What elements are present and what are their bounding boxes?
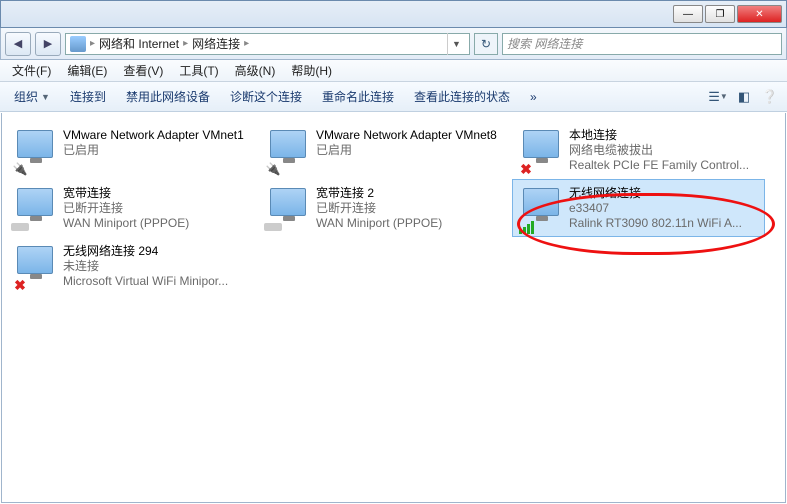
- connection-device: Realtek PCIe FE Family Control...: [569, 158, 749, 173]
- help-icon[interactable]: ❔: [759, 86, 781, 108]
- network-adapter-icon: 🔌: [264, 128, 312, 176]
- organize-button[interactable]: 组织▼: [6, 85, 58, 108]
- close-button[interactable]: ✕: [737, 5, 782, 23]
- back-button[interactable]: ◀: [5, 32, 31, 56]
- command-bar: 组织▼ 连接到 禁用此网络设备 诊断这个连接 重命名此连接 查看此连接的状态 »…: [0, 82, 787, 112]
- connection-title: VMware Network Adapter VMnet1: [63, 128, 244, 143]
- connection-status: 未连接: [63, 259, 228, 274]
- network-adapter-icon: [264, 186, 312, 234]
- view-options-icon[interactable]: ☰▼: [707, 86, 729, 108]
- chevron-right-icon: ▸: [90, 38, 95, 49]
- connection-text: 无线网络连接 294未连接Microsoft Virtual WiFi Mini…: [63, 244, 228, 289]
- connection-device: Microsoft Virtual WiFi Minipor...: [63, 274, 228, 289]
- network-adapter-icon: [11, 186, 59, 234]
- menu-advanced[interactable]: 高级(N): [227, 60, 284, 81]
- menu-file[interactable]: 文件(F): [4, 60, 59, 81]
- breadcrumb-network-internet[interactable]: 网络和 Internet: [99, 35, 179, 52]
- connection-title: 无线网络连接: [569, 186, 742, 201]
- connection-item[interactable]: ✖ 本地连接网络电缆被拔出Realtek PCIe FE Family Contr…: [512, 121, 765, 179]
- modem-icon: [11, 220, 29, 234]
- connection-status: 网络电缆被拔出: [569, 143, 749, 158]
- menu-view[interactable]: 查看(V): [115, 60, 171, 81]
- connection-item[interactable]: 宽带连接已断开连接WAN Miniport (PPPOE): [6, 179, 259, 237]
- more-commands-button[interactable]: »: [522, 87, 545, 107]
- chevron-right-icon: ▸: [183, 38, 188, 49]
- connection-status: e33407: [569, 201, 742, 216]
- network-adapter-icon: ✖: [11, 244, 59, 292]
- connection-item[interactable]: 🔌 VMware Network Adapter VMnet1已启用: [6, 121, 259, 179]
- menu-bar: 文件(F) 编辑(E) 查看(V) 工具(T) 高级(N) 帮助(H): [0, 60, 787, 82]
- connection-title: 宽带连接: [63, 186, 189, 201]
- chevron-right-icon: ▸: [244, 38, 249, 49]
- maximize-button[interactable]: ❐: [705, 5, 735, 23]
- connection-status: 已断开连接: [316, 201, 442, 216]
- connection-status: 已启用: [63, 143, 244, 158]
- connection-status: 已启用: [316, 143, 497, 158]
- menu-edit[interactable]: 编辑(E): [59, 60, 115, 81]
- connection-device: WAN Miniport (PPPOE): [63, 216, 189, 231]
- address-bar[interactable]: ▸ 网络和 Internet ▸ 网络连接 ▸ ▼: [65, 33, 470, 55]
- network-adapter-icon: 🔌: [11, 128, 59, 176]
- connection-text: 宽带连接已断开连接WAN Miniport (PPPOE): [63, 186, 189, 231]
- connection-text: 无线网络连接e33407Ralink RT3090 802.11n WiFi A…: [569, 186, 742, 231]
- error-x-icon: ✖: [11, 278, 29, 292]
- connection-title: 无线网络连接 294: [63, 244, 228, 259]
- menu-help[interactable]: 帮助(H): [283, 60, 340, 81]
- disable-device-button[interactable]: 禁用此网络设备: [118, 85, 218, 108]
- plug-icon: 🔌: [264, 162, 282, 176]
- view-status-button[interactable]: 查看此连接的状态: [406, 85, 518, 108]
- connection-device: WAN Miniport (PPPOE): [316, 216, 442, 231]
- folder-icon: [70, 36, 86, 52]
- rename-button[interactable]: 重命名此连接: [314, 85, 402, 108]
- navigation-bar: ◀ ▶ ▸ 网络和 Internet ▸ 网络连接 ▸ ▼ ↻ 搜索 网络连接: [0, 28, 787, 60]
- connection-text: VMware Network Adapter VMnet1已启用: [63, 128, 244, 158]
- preview-pane-icon[interactable]: ◧: [733, 86, 755, 108]
- diagnose-button[interactable]: 诊断这个连接: [222, 85, 310, 108]
- modem-icon: [264, 220, 282, 234]
- wifi-signal-icon: [517, 220, 535, 234]
- connection-text: 宽带连接 2已断开连接WAN Miniport (PPPOE): [316, 186, 442, 231]
- connection-item[interactable]: 宽带连接 2已断开连接WAN Miniport (PPPOE): [259, 179, 512, 237]
- connection-title: 宽带连接 2: [316, 186, 442, 201]
- connection-item[interactable]: 🔌 VMware Network Adapter VMnet8已启用: [259, 121, 512, 179]
- address-dropdown[interactable]: ▼: [447, 33, 465, 55]
- connection-title: 本地连接: [569, 128, 749, 143]
- network-adapter-icon: ✖: [517, 128, 565, 176]
- plug-icon: 🔌: [11, 162, 29, 176]
- breadcrumb-network-connections[interactable]: 网络连接: [192, 35, 240, 52]
- connection-title: VMware Network Adapter VMnet8: [316, 128, 497, 143]
- connect-to-button[interactable]: 连接到: [62, 85, 114, 108]
- menu-tools[interactable]: 工具(T): [171, 60, 226, 81]
- connection-item[interactable]: 无线网络连接e33407Ralink RT3090 802.11n WiFi A…: [512, 179, 765, 237]
- content-area: 🔌VMware Network Adapter VMnet1已启用🔌VMware…: [1, 113, 786, 503]
- network-adapter-icon: [517, 186, 565, 234]
- search-input[interactable]: 搜索 网络连接: [502, 33, 782, 55]
- minimize-button[interactable]: —: [673, 5, 703, 23]
- connection-text: VMware Network Adapter VMnet8已启用: [316, 128, 497, 158]
- forward-button[interactable]: ▶: [35, 32, 61, 56]
- connection-device: Ralink RT3090 802.11n WiFi A...: [569, 216, 742, 231]
- refresh-button[interactable]: ↻: [474, 33, 498, 55]
- error-x-icon: ✖: [517, 162, 535, 176]
- titlebar: — ❐ ✕: [0, 0, 787, 28]
- connection-status: 已断开连接: [63, 201, 189, 216]
- connection-item[interactable]: ✖ 无线网络连接 294未连接Microsoft Virtual WiFi Min…: [6, 237, 259, 295]
- connection-text: 本地连接网络电缆被拔出Realtek PCIe FE Family Contro…: [569, 128, 749, 173]
